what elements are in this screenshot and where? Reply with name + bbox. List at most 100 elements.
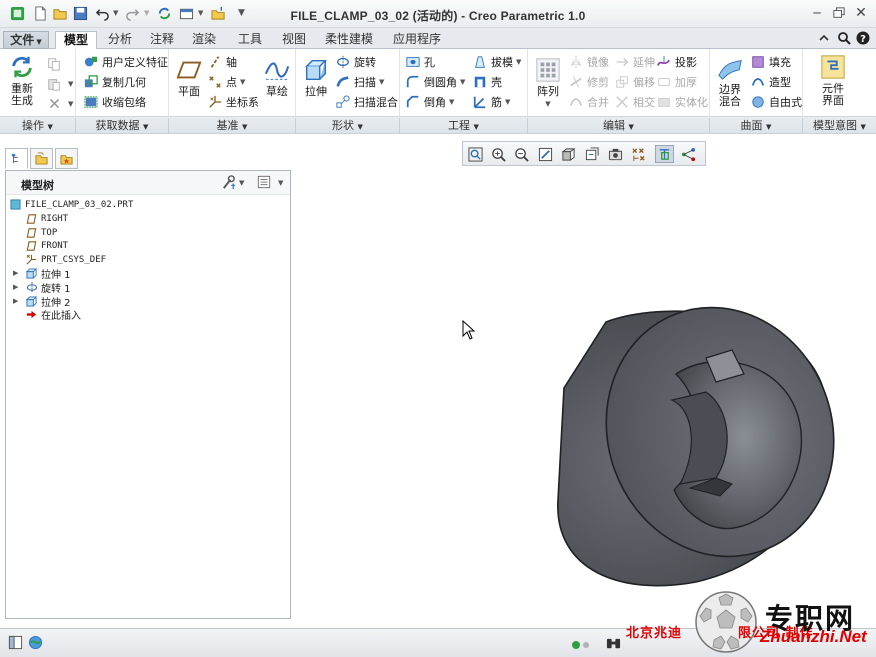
tab-annotate[interactable]: 注释 bbox=[143, 31, 181, 49]
help-icon[interactable]: ? bbox=[855, 30, 871, 46]
copy-geometry-button[interactable]: 复制几何 bbox=[83, 72, 146, 91]
show-navigator-icon[interactable] bbox=[8, 635, 24, 651]
fill-icon bbox=[750, 54, 766, 70]
group-label-surfaces[interactable]: 曲面 ▼ bbox=[710, 118, 803, 133]
search-icon[interactable] bbox=[836, 30, 852, 46]
tab-applications[interactable]: 应用程序 bbox=[386, 31, 448, 49]
boundary-blend-button[interactable]: 边界混合 bbox=[713, 54, 747, 108]
zoom-out-icon[interactable] bbox=[512, 145, 531, 163]
refit-icon[interactable] bbox=[466, 145, 485, 163]
tree-item-revolve-1[interactable]: 旋转 1 bbox=[25, 281, 71, 295]
display-style-icon[interactable] bbox=[559, 145, 578, 163]
rib-button[interactable]: 筋 ▼ bbox=[472, 92, 510, 111]
view-manager-icon[interactable] bbox=[606, 145, 625, 163]
show-icon[interactable] bbox=[257, 175, 273, 191]
thicken-button[interactable]: 加厚 bbox=[656, 72, 697, 91]
swept-blend-button[interactable]: 扫描混合 bbox=[335, 92, 398, 111]
revolve-button[interactable]: 旋转 bbox=[335, 52, 376, 71]
model-graphics-area[interactable] bbox=[520, 300, 850, 600]
fill-button[interactable]: 填充 bbox=[750, 52, 791, 71]
annotation-display-icon[interactable] bbox=[679, 145, 698, 163]
hole-button[interactable]: 孔 bbox=[405, 52, 435, 71]
tab-file[interactable]: 文件 ▼ bbox=[3, 31, 49, 49]
expand-icon[interactable]: ▶ bbox=[13, 297, 21, 305]
saved-orientations-icon[interactable] bbox=[583, 145, 602, 163]
shrinkwrap-button[interactable]: 收缩包络 bbox=[83, 92, 146, 111]
copy-icon bbox=[46, 56, 62, 72]
minimize-icon[interactable]: ─ bbox=[808, 5, 826, 21]
intersect-button[interactable]: 相交 bbox=[614, 92, 655, 111]
show-dropdown-icon[interactable]: ▼ bbox=[278, 179, 283, 187]
tab-model[interactable]: 模型 bbox=[55, 31, 97, 49]
tab-flexible-modeling[interactable]: 柔性建模 bbox=[318, 31, 380, 49]
folder-browser-tab[interactable] bbox=[30, 148, 53, 169]
group-shapes: 拉伸 旋转 扫描 ▼ 扫描混合 bbox=[296, 49, 400, 116]
repaint-icon[interactable] bbox=[536, 145, 555, 163]
group-label-editing[interactable]: 编辑 ▼ bbox=[528, 118, 710, 133]
group-engineering: 孔 倒圆角 ▼ 倒角 ▼ 拔模 ▼ 壳 筋 ▼ bbox=[400, 49, 528, 116]
group-label-shapes[interactable]: 形状 ▼ bbox=[296, 118, 400, 133]
tab-render[interactable]: 渲染 bbox=[185, 31, 223, 49]
tree-item-front[interactable]: FRONT bbox=[25, 239, 68, 252]
group-label-engineering[interactable]: 工程 ▼ bbox=[400, 118, 528, 133]
group-label-operations[interactable]: 操作 ▼ bbox=[0, 118, 76, 133]
find-icon[interactable] bbox=[606, 636, 622, 652]
datum-display-filters-icon[interactable] bbox=[629, 145, 648, 163]
tab-view[interactable]: 视图 bbox=[275, 31, 313, 49]
point-button[interactable]: 点 ▼ bbox=[207, 72, 245, 91]
group-label-datum[interactable]: 基准 ▼ bbox=[169, 118, 296, 133]
shell-button[interactable]: 壳 bbox=[472, 72, 502, 91]
tree-root[interactable]: FILE_CLAMP_03_02.PRT bbox=[9, 198, 133, 211]
sweep-button[interactable]: 扫描 ▼ bbox=[335, 72, 384, 91]
settings-icon[interactable] bbox=[221, 175, 237, 191]
group-label-model-intent[interactable]: 模型意图 ▼ bbox=[803, 118, 876, 133]
zoom-in-icon[interactable] bbox=[489, 145, 508, 163]
chamfer-button[interactable]: 倒角 ▼ bbox=[405, 92, 454, 111]
collapse-ribbon-icon[interactable] bbox=[816, 30, 832, 46]
trim-button[interactable]: 修剪 bbox=[568, 72, 609, 91]
expand-icon[interactable]: ▶ bbox=[13, 269, 21, 277]
axis-button[interactable]: 轴 bbox=[207, 52, 237, 71]
draft-button[interactable]: 拔模 ▼ bbox=[472, 52, 521, 71]
expand-icon[interactable]: ▶ bbox=[13, 283, 21, 291]
copy-button[interactable] bbox=[46, 54, 65, 73]
settings-dropdown-icon[interactable]: ▼ bbox=[239, 179, 244, 187]
merge-button[interactable]: 合并 bbox=[568, 92, 609, 111]
user-defined-feature-button[interactable]: 用户定义特征 bbox=[83, 52, 168, 71]
show-browser-icon[interactable] bbox=[28, 635, 44, 651]
tab-tools[interactable]: 工具 bbox=[231, 31, 269, 49]
model-tree-tab[interactable] bbox=[5, 148, 28, 169]
delete-button[interactable]: ▼ bbox=[46, 94, 73, 113]
extend-button[interactable]: 延伸 bbox=[614, 52, 655, 71]
tree-item-insert-here[interactable]: 在此插入 bbox=[25, 308, 81, 322]
style-button[interactable]: 造型 bbox=[750, 72, 791, 91]
mirror-icon bbox=[568, 54, 584, 70]
csys-button[interactable]: 坐标系 bbox=[207, 92, 259, 111]
window-title: FILE_CLAMP_03_02 (活动的) - Creo Parametric… bbox=[290, 9, 586, 23]
favorites-tab[interactable] bbox=[55, 148, 78, 169]
restore-icon[interactable] bbox=[830, 5, 848, 21]
sketch-button[interactable]: 草绘 bbox=[261, 56, 293, 98]
tab-analysis[interactable]: 分析 bbox=[101, 31, 139, 49]
round-button[interactable]: 倒圆角 ▼ bbox=[405, 72, 465, 91]
project-button[interactable]: 投影 bbox=[656, 52, 697, 71]
hole-icon bbox=[405, 54, 421, 70]
close-icon[interactable]: ✕ bbox=[852, 5, 870, 21]
regenerate-button[interactable]: 重新生成 bbox=[4, 53, 40, 107]
tree-item-right[interactable]: RIGHT bbox=[25, 212, 68, 225]
paste-button[interactable]: ▼ bbox=[46, 74, 73, 93]
plane-button[interactable]: 平面 bbox=[172, 56, 206, 98]
mirror-button[interactable]: 镜像 bbox=[568, 52, 609, 71]
offset-button[interactable]: 偏移 bbox=[614, 72, 655, 91]
freestyle-button[interactable]: 自由式 bbox=[750, 92, 802, 111]
group-label-get-data[interactable]: 获取数据 ▼ bbox=[76, 118, 169, 133]
pattern-button[interactable]: 阵列 ▼ bbox=[531, 56, 565, 110]
solidify-button[interactable]: 实体化 bbox=[656, 92, 708, 111]
axis-icon bbox=[207, 54, 223, 70]
extrude-button[interactable]: 拉伸 bbox=[299, 56, 333, 98]
tree-item-extrude-1[interactable]: 拉伸 1 bbox=[25, 267, 71, 281]
component-interface-button[interactable]: 元件界面 bbox=[815, 53, 851, 107]
tree-item-csys[interactable]: PRT_CSYS_DEF bbox=[25, 253, 106, 266]
spin-center-icon[interactable] bbox=[655, 145, 674, 163]
tree-item-top[interactable]: TOP bbox=[25, 226, 57, 239]
